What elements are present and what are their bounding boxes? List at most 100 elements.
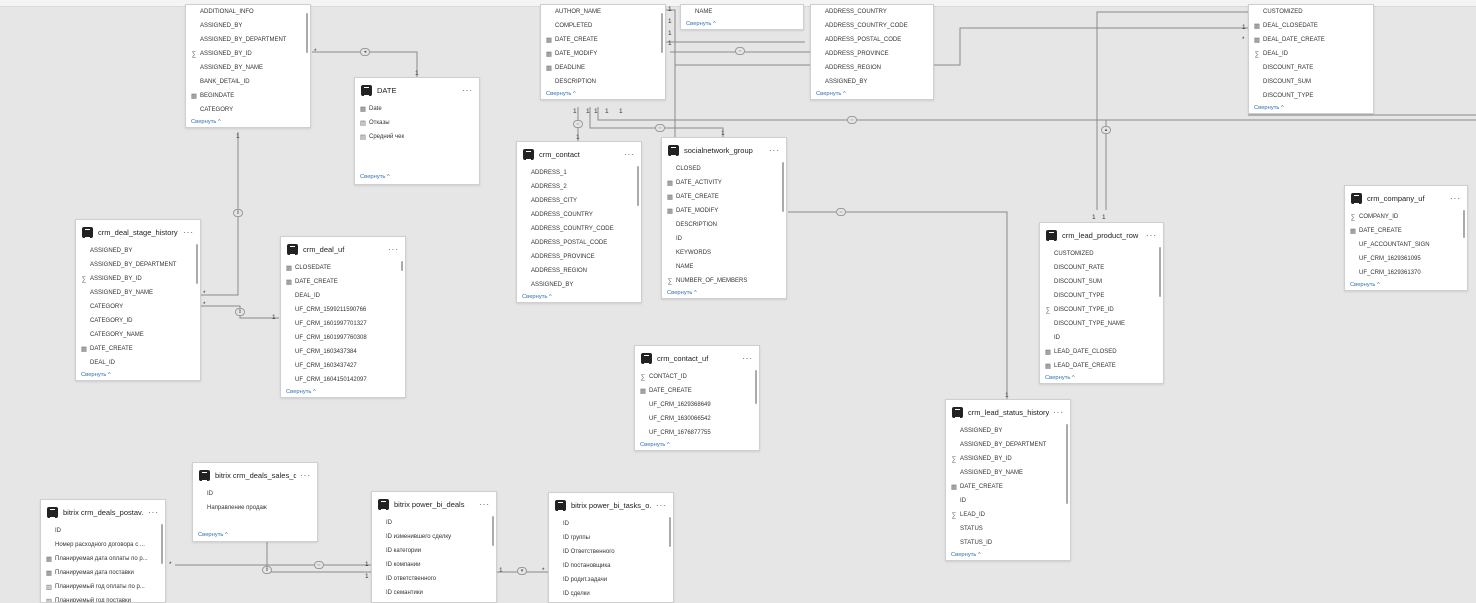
scrollbar-thumb[interactable] [492, 516, 494, 546]
table-card-power-deals[interactable]: bitrix power_bi_deals ··· ID ID изменившего… [371, 491, 497, 603]
table-card-crm-contact-uf[interactable]: crm_contact_uf ··· ∑ CONTACT_ID ▦ DATE_CREATE… [634, 345, 760, 451]
scrollbar-thumb[interactable] [637, 166, 639, 206]
more-options-icon[interactable]: ··· [1450, 194, 1461, 203]
field-row[interactable]: UF_CRM_1604150142097 [281, 373, 405, 387]
field-row[interactable]: AUTHOR_NAME [541, 5, 665, 19]
collapse-link[interactable]: Свернуть ^ [186, 117, 310, 127]
field-row[interactable]: DISCOUNT_SUM [1040, 275, 1163, 289]
table-card-crm-deal-uf[interactable]: crm_deal_uf ··· ▦ CLOSEDATE ▦ DATE_CREATE DEAL… [280, 236, 406, 398]
collapse-link[interactable]: Свернуть ^ [355, 172, 479, 182]
field-row[interactable]: Номер расходного договора с ... [41, 538, 165, 552]
field-row[interactable]: ∑ COMPANY_ID [1345, 210, 1467, 224]
field-row[interactable]: ▦ DEADLINE [541, 61, 665, 75]
field-row[interactable]: ▦ DATE_MODIFY [541, 47, 665, 61]
field-row[interactable]: DESCRIPTION [541, 75, 665, 89]
table-header[interactable]: DATE ··· [355, 78, 479, 102]
field-row[interactable]: ▦ Планируемая дата оплаты по р... [41, 552, 165, 566]
field-row[interactable]: ASSIGNED_BY [186, 19, 310, 33]
field-row[interactable]: UF_CRM_1630066542 [635, 412, 759, 426]
field-row[interactable]: DISCOUNT_RATE [1040, 261, 1163, 275]
field-row[interactable]: ∑ CONTACT_ID [635, 370, 759, 384]
table-header[interactable]: bitrix power_bi_tasks_o... ··· [549, 493, 673, 517]
field-row[interactable]: ▦ DATE_CREATE [946, 480, 1070, 494]
field-row[interactable]: ID постановщика [549, 559, 673, 573]
scrollbar-thumb[interactable] [1066, 424, 1068, 504]
table-card-power-tasks[interactable]: bitrix power_bi_tasks_o... ··· ID ID группы… [548, 492, 674, 603]
field-row[interactable]: UF_CRM_1599211590766 [281, 303, 405, 317]
field-row[interactable]: CLOSED [662, 162, 786, 176]
table-card-crm-company-uf[interactable]: crm_company_uf ··· ∑ COMPANY_ID ▦ DATE_CREATE… [1344, 185, 1468, 291]
scrollbar-thumb[interactable] [401, 261, 403, 271]
field-row[interactable]: ▦ DATE_CREATE [76, 342, 200, 356]
field-row[interactable]: ID [662, 232, 786, 246]
field-row[interactable]: ADDRESS_COUNTRY_CODE [517, 222, 641, 236]
table-card-t4[interactable]: NAME Свернуть ^ [680, 4, 804, 30]
cross-filter-icon[interactable]: ⇔ [735, 47, 745, 55]
table-header[interactable]: socialnetwork_group ··· [662, 138, 786, 162]
collapse-link[interactable]: Свернуть ^ [193, 530, 317, 540]
table-card-crm-deal-stage-history[interactable]: crm_deal_stage_history ··· ASSIGNED_BY ASSI… [75, 219, 201, 381]
collapse-link[interactable]: Свернуть ^ [1040, 373, 1163, 383]
field-row[interactable]: ASSIGNED_BY [76, 244, 200, 258]
field-row[interactable]: DEAL_ID [76, 356, 200, 370]
field-row[interactable]: ADDRESS_PROVINCE [811, 47, 933, 61]
table-card-socialnetwork-group[interactable]: socialnetwork_group ··· CLOSED ▦ DATE_ACTIVI… [661, 137, 787, 299]
field-row[interactable]: ID группы [549, 531, 673, 545]
table-header[interactable]: crm_deal_stage_history ··· [76, 220, 200, 244]
more-options-icon[interactable]: ··· [388, 245, 399, 254]
collapse-link[interactable]: Свернуть ^ [811, 89, 933, 99]
cross-filter-icon[interactable]: ◂ [360, 48, 370, 56]
scrollbar-thumb[interactable] [306, 13, 308, 53]
table-card-sales-dir[interactable]: bitrix crm_deals_sales_d... ··· ID Направле… [192, 462, 318, 542]
field-row[interactable]: ▦ Date [355, 102, 479, 116]
collapse-link[interactable]: Свернуть ^ [946, 550, 1070, 560]
cross-filter-icon[interactable]: ⇔ [573, 120, 583, 128]
collapse-link[interactable]: Свернуть ^ [1249, 103, 1373, 113]
field-row[interactable]: ∑ DEAL_ID [1249, 47, 1373, 61]
collapse-link[interactable]: Свернуть ^ [635, 440, 759, 450]
field-row[interactable]: ▦ CLOSEDATE [281, 261, 405, 275]
field-row[interactable]: CATEGORY [76, 300, 200, 314]
field-row[interactable]: ADDRESS_1 [517, 166, 641, 180]
field-row[interactable]: ID [41, 524, 165, 538]
field-row[interactable]: UF_CRM_1629361095 [1345, 252, 1467, 266]
collapse-link[interactable]: Свернуть ^ [281, 387, 405, 397]
field-row[interactable]: DISCOUNT_TYPE [1040, 289, 1163, 303]
table-header[interactable]: bitrix crm_deals_sales_d... ··· [193, 463, 317, 487]
field-row[interactable]: UF_CRM_1601997701327 [281, 317, 405, 331]
field-row[interactable]: ID изменившего сделку [372, 530, 496, 544]
cross-filter-icon[interactable]: ⇔ [836, 208, 846, 216]
field-row[interactable]: NAME [662, 260, 786, 274]
table-header[interactable]: crm_contact_uf ··· [635, 346, 759, 370]
more-options-icon[interactable]: ··· [742, 354, 753, 363]
field-row[interactable]: UF_CRM_1603437384 [281, 345, 405, 359]
field-row[interactable]: ADDITIONAL_INFO [186, 5, 310, 19]
field-row[interactable]: UF_ACCOUNTANT_SIGN [1345, 238, 1467, 252]
field-row[interactable]: UF_CRM_1629361370 [1345, 266, 1467, 280]
field-row[interactable]: CATEGORY_NAME [76, 328, 200, 342]
field-row[interactable]: ∑ ASSIGNED_BY_ID [186, 47, 310, 61]
field-row[interactable]: ∑ LEAD_ID [946, 508, 1070, 522]
field-row[interactable]: ▦ LEAD_DATE_CREATE [1040, 359, 1163, 373]
field-row[interactable]: ID [1040, 331, 1163, 345]
field-row[interactable]: DESCRIPTION [662, 218, 786, 232]
field-row[interactable]: ASSIGNED_BY [946, 424, 1070, 438]
field-row[interactable]: ID [549, 517, 673, 531]
field-row[interactable]: ADDRESS_POSTAL_CODE [517, 236, 641, 250]
field-row[interactable]: ▦ DATE_CREATE [541, 33, 665, 47]
field-row[interactable]: UF_CRM_1629368649 [635, 398, 759, 412]
field-row[interactable]: ▦ DATE_ACTIVITY [662, 176, 786, 190]
field-row[interactable]: ▦ DEAL_DATE_CREATE [1249, 33, 1373, 47]
collapse-link[interactable]: Свернуть ^ [1345, 280, 1467, 290]
collapse-link[interactable]: Свернуть ^ [76, 370, 200, 380]
scrollbar-thumb[interactable] [161, 524, 163, 564]
field-row[interactable]: CATEGORY [186, 103, 310, 117]
field-row[interactable]: ASSIGNED_BY_DEPARTMENT [76, 258, 200, 272]
field-row[interactable]: ADDRESS_COUNTRY [811, 5, 933, 19]
field-row[interactable]: ∑ DISCOUNT_TYPE_ID [1040, 303, 1163, 317]
more-options-icon[interactable]: ··· [300, 471, 311, 480]
more-options-icon[interactable]: ··· [1146, 231, 1157, 240]
field-row[interactable]: ASSIGNED_BY [517, 278, 641, 292]
field-row[interactable]: ADDRESS_REGION [517, 264, 641, 278]
more-options-icon[interactable]: ··· [769, 146, 780, 155]
